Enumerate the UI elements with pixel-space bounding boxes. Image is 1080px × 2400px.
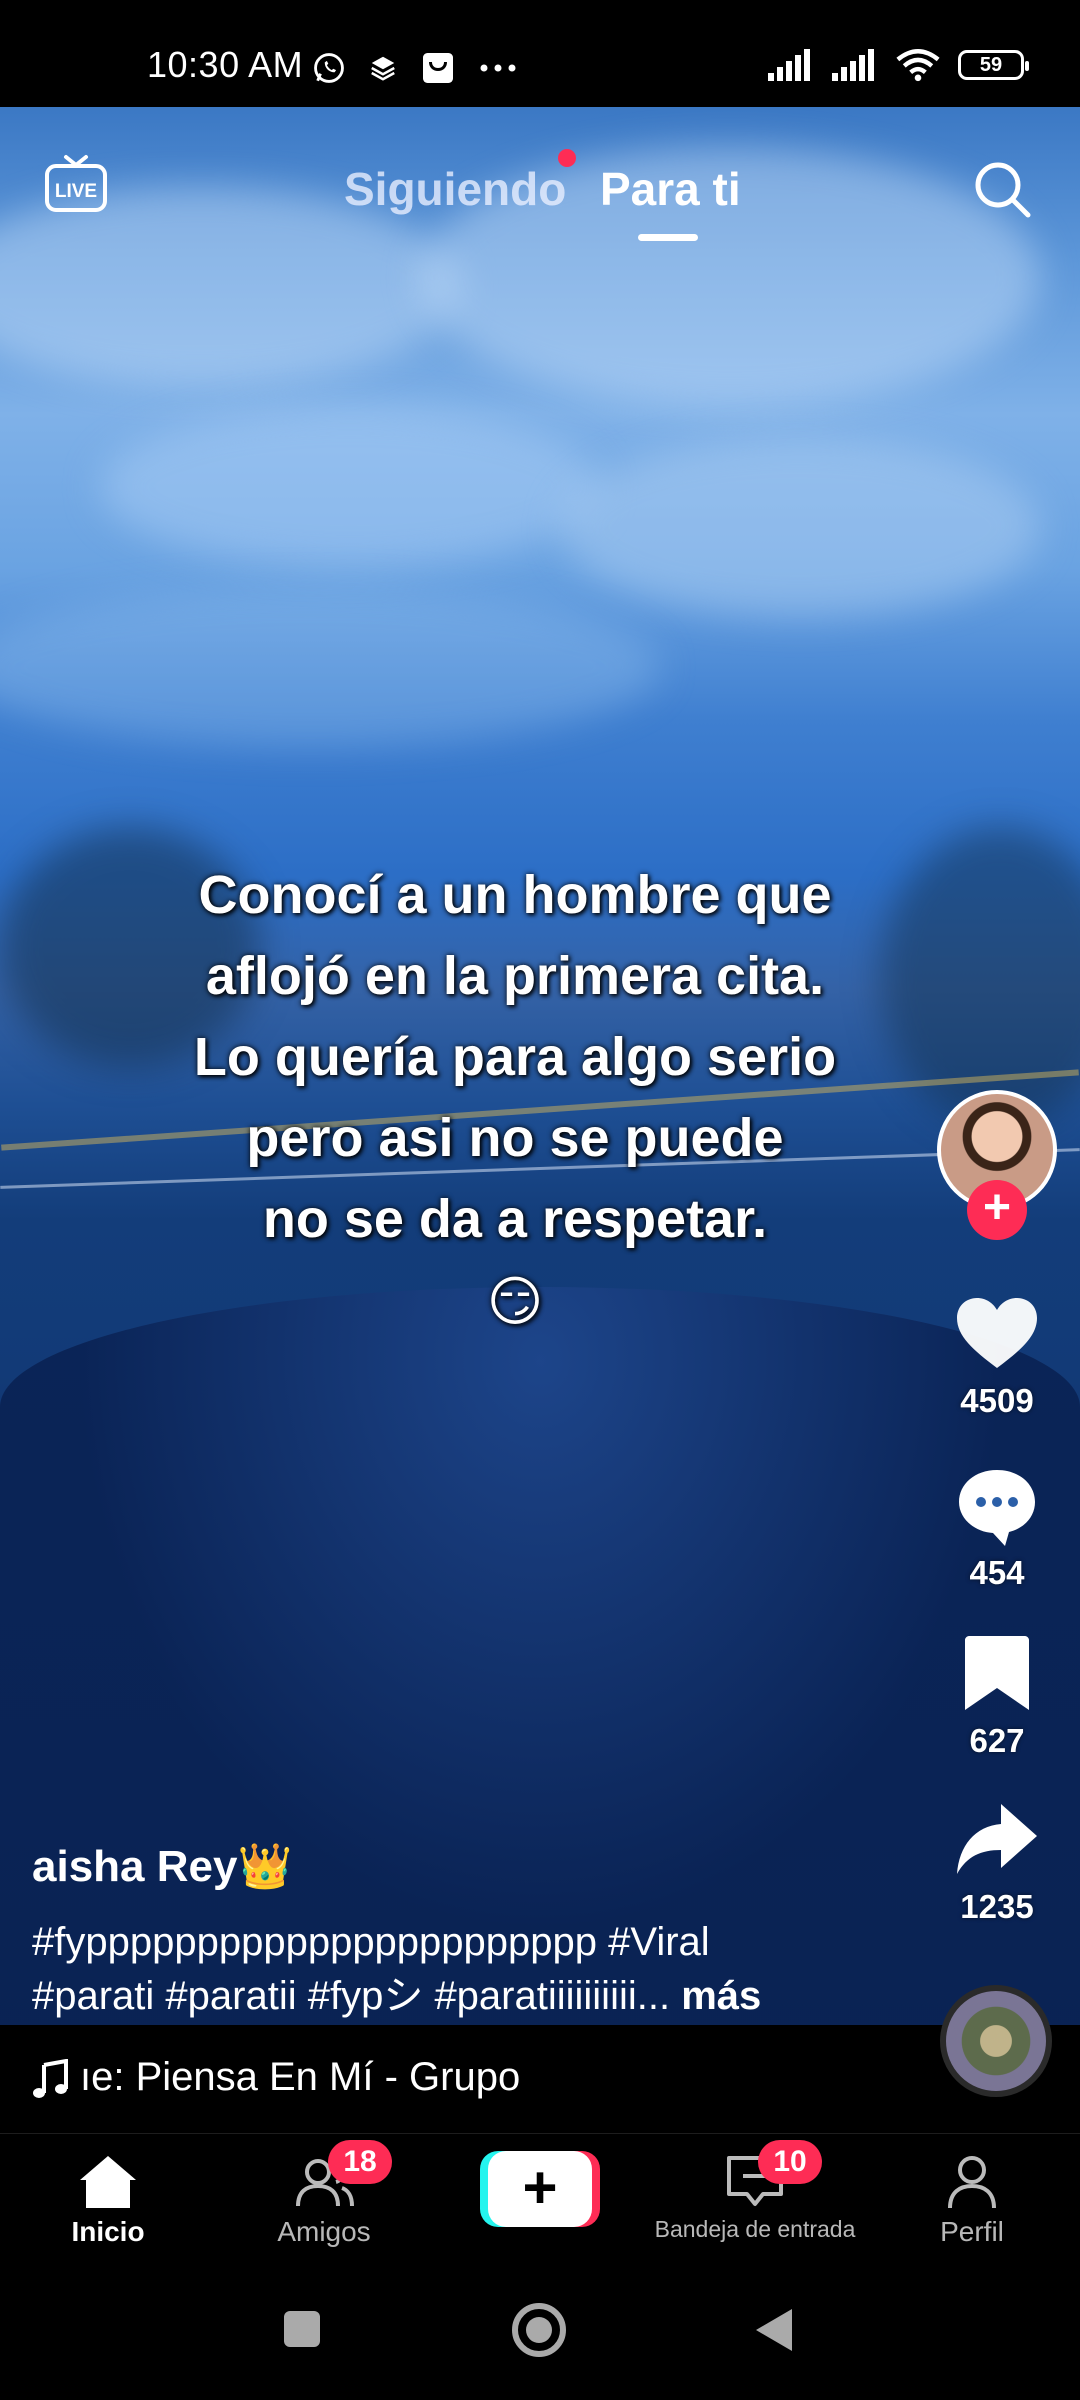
comment-icon: [959, 1470, 1035, 1546]
tab-profile-label: Perfil: [940, 2216, 1004, 2247]
whatsapp-icon: [314, 53, 344, 83]
plus-icon: +: [488, 2151, 592, 2227]
like-button[interactable]: 4509: [937, 1290, 1057, 1420]
more-link[interactable]: más: [681, 1974, 761, 2018]
tab-home-label: Inicio: [71, 2216, 145, 2247]
home-icon: [80, 2156, 136, 2208]
friends-badge: 18: [328, 2140, 392, 2184]
tab-inbox-label: Bandeja de entrada: [654, 2216, 856, 2242]
overlay-line: no se da a respetar.: [262, 1189, 768, 1249]
signal-icon: [768, 49, 810, 81]
following-notification-dot: [558, 149, 576, 167]
music-note-icon: [33, 2059, 68, 2098]
status-icons-left: [312, 50, 518, 86]
share-count: 1235: [960, 1888, 1034, 1925]
system-navigation-bar: [0, 2261, 1080, 2400]
music-bar[interactable]: ıe: Piensa En Mí - Grupo: [0, 2025, 1080, 2133]
heart-icon: [957, 1298, 1037, 1368]
music-disc[interactable]: [940, 1985, 1052, 2097]
create-button[interactable]: +: [480, 2151, 600, 2227]
layers-icon: [371, 56, 395, 81]
video-overlay-text: Conocí a un hombre que aflojó en la prim…: [90, 855, 940, 1343]
shop-icon: [423, 53, 453, 83]
more-dots-icon: [480, 64, 516, 72]
creator-username[interactable]: aisha Rey👑: [32, 1840, 292, 1892]
overlay-line: Conocí a un hombre que: [198, 865, 832, 925]
home-nav-icon[interactable]: [510, 2301, 568, 2359]
save-button[interactable]: 627: [937, 1630, 1057, 1760]
save-count: 627: [969, 1722, 1025, 1759]
back-icon[interactable]: [752, 2307, 796, 2353]
active-tab-indicator: [638, 234, 698, 241]
share-icon: [957, 1804, 1037, 1874]
wifi-icon: [896, 49, 940, 82]
signal-icon: [832, 49, 874, 81]
status-time: 10:30 AM: [147, 44, 304, 85]
music-title: ıe: Piensa En Mí - Grupo: [80, 2055, 521, 2099]
bookmark-icon: [965, 1636, 1029, 1710]
like-count: 4509: [960, 1382, 1034, 1419]
tab-friends[interactable]: Amigos 18: [264, 2140, 392, 2248]
comment-button[interactable]: 454: [937, 1462, 1057, 1592]
description-line-2: #parati #paratii #fypシ #paratiiiiiiiiii.…: [32, 1969, 912, 2023]
overlay-emoji: 😏: [486, 1272, 544, 1332]
bottom-tab-bar: Inicio Amigos 18 + Bandeja de entrada 10…: [0, 2133, 1080, 2261]
tab-following[interactable]: Siguiendo: [344, 162, 566, 216]
recents-icon[interactable]: [282, 2309, 322, 2349]
post-description[interactable]: #fyppppppppppppppppppppppp #Viral #parat…: [32, 1915, 912, 2023]
overlay-line: pero asi no se puede: [246, 1108, 784, 1168]
tab-profile[interactable]: Perfil: [912, 2152, 1032, 2248]
overlay-line: aflojó en la primera cita.: [205, 946, 825, 1006]
inbox-badge: 10: [758, 2140, 822, 2184]
live-icon[interactable]: LIVE: [44, 153, 108, 213]
live-label: LIVE: [55, 181, 97, 202]
overlay-line: Lo quería para algo serio: [193, 1027, 837, 1087]
profile-icon: [948, 2156, 996, 2209]
tab-friends-label: Amigos: [277, 2216, 371, 2247]
status-icons-right: 59: [768, 48, 1029, 82]
top-nav: LIVE Siguiendo Para ti: [0, 107, 1080, 257]
tab-inbox[interactable]: Bandeja de entrada 10: [640, 2140, 870, 2243]
tab-for-you[interactable]: Para ti: [600, 162, 741, 216]
description-line: #fyppppppppppppppppppppppp #Viral: [32, 1920, 710, 1964]
share-button[interactable]: 1235: [937, 1796, 1057, 1926]
battery-icon: 59: [958, 50, 1029, 80]
tab-home[interactable]: Inicio: [48, 2152, 168, 2248]
description-line: #parati #paratii #fypシ #paratiiiiiiiiii.…: [32, 1974, 671, 2018]
comment-count: 454: [969, 1554, 1025, 1591]
status-bar: 10:30 AM 59: [0, 0, 1080, 107]
follow-button[interactable]: +: [967, 1180, 1027, 1240]
search-icon[interactable]: [970, 157, 1034, 221]
